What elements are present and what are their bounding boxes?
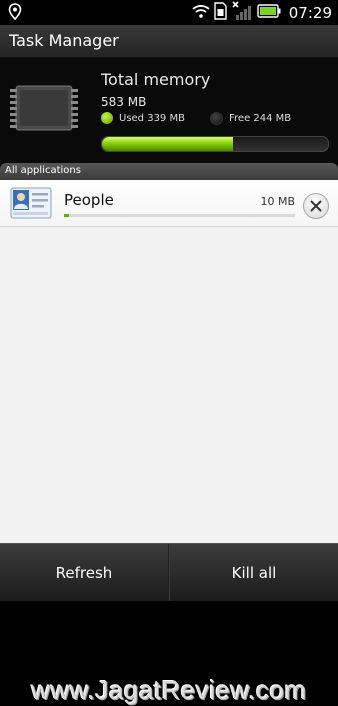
section-label: All applications bbox=[5, 165, 81, 176]
refresh-button[interactable]: Refresh bbox=[0, 544, 168, 601]
sim-icon bbox=[214, 1, 227, 24]
app-list: People 10 MB www.JagatReview.com bbox=[0, 180, 338, 705]
memory-total: 583 MB bbox=[101, 95, 147, 109]
section-header: All applications bbox=[0, 163, 338, 180]
app-size: 10 MB bbox=[260, 195, 295, 208]
memory-title: Total memory bbox=[101, 70, 211, 89]
memory-chip-icon bbox=[8, 76, 80, 144]
free-label: Free 244 MB bbox=[229, 113, 292, 124]
kill-all-button[interactable]: Kill all bbox=[170, 544, 338, 601]
kill-app-button[interactable] bbox=[303, 193, 329, 219]
location-pin-icon bbox=[8, 3, 22, 25]
signal-icon bbox=[231, 0, 253, 25]
list-item[interactable]: People 10 MB bbox=[0, 180, 338, 227]
wifi-icon bbox=[192, 3, 210, 22]
memory-usage-fill bbox=[102, 137, 234, 151]
close-icon bbox=[310, 200, 322, 212]
used-legend: Used 339 MB bbox=[101, 112, 185, 124]
memory-panel: Total memory 583 MB Used 339 MB Free 244… bbox=[0, 58, 338, 163]
free-legend: Free 244 MB bbox=[210, 112, 291, 125]
used-label: Used 339 MB bbox=[119, 112, 185, 124]
used-dot-icon bbox=[101, 112, 113, 124]
app-name: People bbox=[64, 191, 114, 209]
battery-icon bbox=[257, 3, 281, 22]
app-usage-bar bbox=[64, 214, 295, 217]
app-usage-fill bbox=[64, 214, 69, 217]
status-bar: 07:29 bbox=[0, 0, 338, 25]
title-bar: Task Manager bbox=[0, 25, 338, 58]
memory-usage-bar bbox=[101, 136, 329, 152]
free-dot-icon bbox=[210, 112, 223, 125]
watermark: www.JagatReview.com bbox=[31, 675, 307, 705]
page-title: Task Manager bbox=[9, 31, 119, 50]
bottom-toolbar: Refresh Kill all bbox=[0, 543, 338, 601]
clock: 07:29 bbox=[288, 3, 332, 22]
contact-card-icon bbox=[10, 187, 52, 223]
